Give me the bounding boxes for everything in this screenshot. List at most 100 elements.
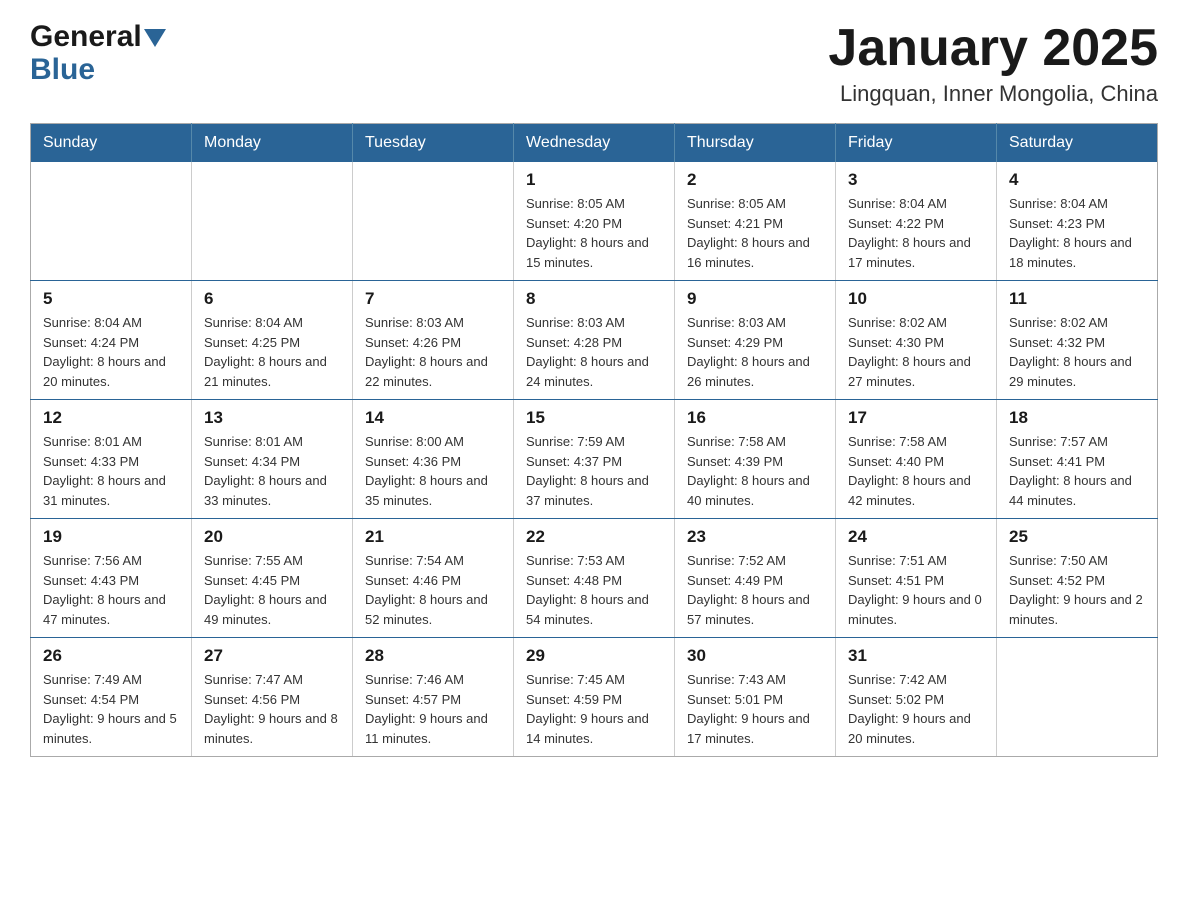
calendar-cell: 9 Sunrise: 8:03 AMSunset: 4:29 PMDaylight… — [675, 281, 836, 400]
calendar-cell: 31 Sunrise: 7:42 AMSunset: 5:02 PMDayligh… — [836, 638, 997, 757]
day-number: 25 — [1009, 527, 1145, 547]
day-number: 21 — [365, 527, 501, 547]
page-header: General Blue January 2025 Lingquan, Inne… — [30, 20, 1158, 107]
day-info: Sunrise: 7:42 AMSunset: 5:02 PMDaylight:… — [848, 670, 984, 748]
day-info: Sunrise: 7:47 AMSunset: 4:56 PMDaylight:… — [204, 670, 340, 748]
day-info: Sunrise: 7:50 AMSunset: 4:52 PMDaylight:… — [1009, 551, 1145, 629]
calendar-week-row: 26Sunrise: 7:49 AMSunset: 4:54 PMDayligh… — [31, 638, 1158, 757]
day-number: 31 — [848, 646, 984, 666]
day-number: 1 — [526, 170, 662, 190]
day-info: Sunrise: 8:01 AMSunset: 4:33 PMDaylight:… — [43, 432, 179, 510]
calendar-cell: 16 Sunrise: 7:58 AMSunset: 4:39 PMDayligh… — [675, 400, 836, 519]
day-number: 23 — [687, 527, 823, 547]
calendar-cell: 5Sunrise: 8:04 AMSunset: 4:24 PMDaylight… — [31, 281, 192, 400]
day-number: 13 — [204, 408, 340, 428]
day-info: Sunrise: 7:54 AMSunset: 4:46 PMDaylight:… — [365, 551, 501, 629]
day-number: 28 — [365, 646, 501, 666]
weekday-header-tuesday: Tuesday — [353, 124, 514, 163]
day-info: Sunrise: 8:00 AMSunset: 4:36 PMDaylight:… — [365, 432, 501, 510]
calendar-cell: 4 Sunrise: 8:04 AMSunset: 4:23 PMDaylight… — [997, 162, 1158, 281]
day-info: Sunrise: 7:58 AMSunset: 4:40 PMDaylight:… — [848, 432, 984, 510]
day-info: Sunrise: 7:52 AMSunset: 4:49 PMDaylight:… — [687, 551, 823, 629]
logo-triangle-icon — [144, 29, 166, 47]
day-number: 9 — [687, 289, 823, 309]
day-info: Sunrise: 7:45 AMSunset: 4:59 PMDaylight:… — [526, 670, 662, 748]
day-info: Sunrise: 8:01 AMSunset: 4:34 PMDaylight:… — [204, 432, 340, 510]
day-info: Sunrise: 7:53 AMSunset: 4:48 PMDaylight:… — [526, 551, 662, 629]
day-info: Sunrise: 7:58 AMSunset: 4:39 PMDaylight:… — [687, 432, 823, 510]
day-info: Sunrise: 8:02 AMSunset: 4:32 PMDaylight:… — [1009, 313, 1145, 391]
day-number: 5 — [43, 289, 179, 309]
day-number: 17 — [848, 408, 984, 428]
title-area: January 2025 Lingquan, Inner Mongolia, C… — [828, 20, 1158, 107]
day-number: 15 — [526, 408, 662, 428]
calendar-cell — [192, 162, 353, 281]
day-info: Sunrise: 7:59 AMSunset: 4:37 PMDaylight:… — [526, 432, 662, 510]
calendar-cell: 24Sunrise: 7:51 AMSunset: 4:51 PMDayligh… — [836, 519, 997, 638]
day-number: 18 — [1009, 408, 1145, 428]
day-info: Sunrise: 8:04 AMSunset: 4:22 PMDaylight:… — [848, 194, 984, 272]
calendar-cell: 14 Sunrise: 8:00 AMSunset: 4:36 PMDayligh… — [353, 400, 514, 519]
calendar-subtitle: Lingquan, Inner Mongolia, China — [828, 81, 1158, 107]
calendar-cell: 10Sunrise: 8:02 AMSunset: 4:30 PMDayligh… — [836, 281, 997, 400]
calendar-cell: 13 Sunrise: 8:01 AMSunset: 4:34 PMDayligh… — [192, 400, 353, 519]
calendar-cell: 28 Sunrise: 7:46 AMSunset: 4:57 PMDayligh… — [353, 638, 514, 757]
day-info: Sunrise: 7:57 AMSunset: 4:41 PMDaylight:… — [1009, 432, 1145, 510]
calendar-cell: 26Sunrise: 7:49 AMSunset: 4:54 PMDayligh… — [31, 638, 192, 757]
calendar-cell: 7 Sunrise: 8:03 AMSunset: 4:26 PMDaylight… — [353, 281, 514, 400]
logo: General Blue — [30, 20, 166, 86]
day-number: 6 — [204, 289, 340, 309]
weekday-header-thursday: Thursday — [675, 124, 836, 163]
weekday-header-row: SundayMondayTuesdayWednesdayThursdayFrid… — [31, 124, 1158, 163]
calendar-cell — [31, 162, 192, 281]
day-number: 19 — [43, 527, 179, 547]
calendar-week-row: 1 Sunrise: 8:05 AMSunset: 4:20 PMDaylight… — [31, 162, 1158, 281]
calendar-cell: 27Sunrise: 7:47 AMSunset: 4:56 PMDayligh… — [192, 638, 353, 757]
day-number: 16 — [687, 408, 823, 428]
calendar-cell — [997, 638, 1158, 757]
weekday-header-saturday: Saturday — [997, 124, 1158, 163]
calendar-cell — [353, 162, 514, 281]
day-number: 7 — [365, 289, 501, 309]
day-number: 14 — [365, 408, 501, 428]
calendar-cell: 23 Sunrise: 7:52 AMSunset: 4:49 PMDayligh… — [675, 519, 836, 638]
calendar-table: SundayMondayTuesdayWednesdayThursdayFrid… — [30, 123, 1158, 757]
day-info: Sunrise: 8:05 AMSunset: 4:20 PMDaylight:… — [526, 194, 662, 272]
day-info: Sunrise: 8:03 AMSunset: 4:26 PMDaylight:… — [365, 313, 501, 391]
calendar-cell: 25 Sunrise: 7:50 AMSunset: 4:52 PMDayligh… — [997, 519, 1158, 638]
day-info: Sunrise: 7:56 AMSunset: 4:43 PMDaylight:… — [43, 551, 179, 629]
day-info: Sunrise: 8:05 AMSunset: 4:21 PMDaylight:… — [687, 194, 823, 272]
weekday-header-wednesday: Wednesday — [514, 124, 675, 163]
day-number: 30 — [687, 646, 823, 666]
weekday-header-monday: Monday — [192, 124, 353, 163]
calendar-cell: 18 Sunrise: 7:57 AMSunset: 4:41 PMDayligh… — [997, 400, 1158, 519]
day-number: 12 — [43, 408, 179, 428]
calendar-title: January 2025 — [828, 20, 1158, 77]
day-info: Sunrise: 7:55 AMSunset: 4:45 PMDaylight:… — [204, 551, 340, 629]
calendar-cell: 11 Sunrise: 8:02 AMSunset: 4:32 PMDayligh… — [997, 281, 1158, 400]
day-number: 22 — [526, 527, 662, 547]
logo-general-text: General — [30, 20, 142, 53]
day-info: Sunrise: 8:04 AMSunset: 4:25 PMDaylight:… — [204, 313, 340, 391]
day-info: Sunrise: 8:03 AMSunset: 4:28 PMDaylight:… — [526, 313, 662, 391]
day-number: 20 — [204, 527, 340, 547]
day-number: 11 — [1009, 289, 1145, 309]
calendar-week-row: 19 Sunrise: 7:56 AMSunset: 4:43 PMDayligh… — [31, 519, 1158, 638]
day-info: Sunrise: 8:03 AMSunset: 4:29 PMDaylight:… — [687, 313, 823, 391]
day-number: 4 — [1009, 170, 1145, 190]
calendar-cell: 6 Sunrise: 8:04 AMSunset: 4:25 PMDaylight… — [192, 281, 353, 400]
calendar-cell: 29Sunrise: 7:45 AMSunset: 4:59 PMDayligh… — [514, 638, 675, 757]
day-info: Sunrise: 7:51 AMSunset: 4:51 PMDaylight:… — [848, 551, 984, 629]
day-number: 8 — [526, 289, 662, 309]
day-info: Sunrise: 7:46 AMSunset: 4:57 PMDaylight:… — [365, 670, 501, 748]
calendar-cell: 22 Sunrise: 7:53 AMSunset: 4:48 PMDayligh… — [514, 519, 675, 638]
logo-blue-text: Blue — [30, 53, 95, 86]
calendar-cell: 8 Sunrise: 8:03 AMSunset: 4:28 PMDaylight… — [514, 281, 675, 400]
calendar-cell: 2 Sunrise: 8:05 AMSunset: 4:21 PMDaylight… — [675, 162, 836, 281]
weekday-header-friday: Friday — [836, 124, 997, 163]
day-number: 3 — [848, 170, 984, 190]
day-info: Sunrise: 8:04 AMSunset: 4:23 PMDaylight:… — [1009, 194, 1145, 272]
calendar-cell: 30Sunrise: 7:43 AMSunset: 5:01 PMDayligh… — [675, 638, 836, 757]
calendar-week-row: 12 Sunrise: 8:01 AMSunset: 4:33 PMDayligh… — [31, 400, 1158, 519]
day-number: 2 — [687, 170, 823, 190]
